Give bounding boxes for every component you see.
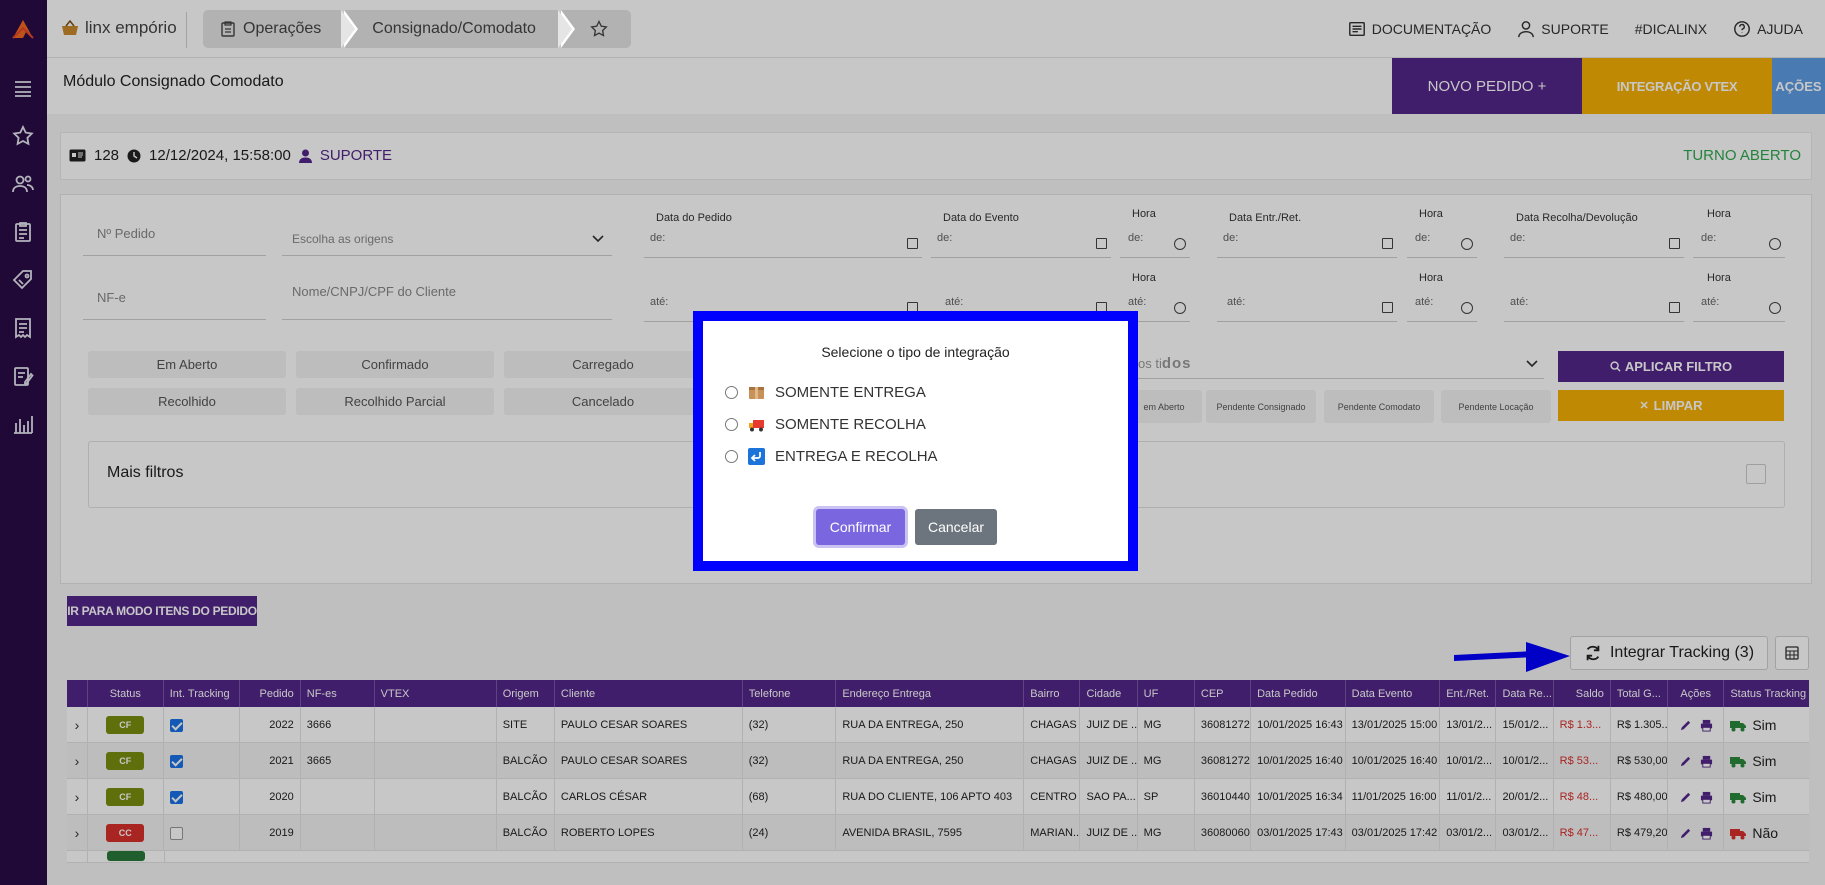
- confirm-button[interactable]: Confirmar: [816, 509, 905, 545]
- radio-somente-recolha[interactable]: [725, 418, 738, 431]
- option-label: SOMENTE ENTREGA: [775, 384, 926, 401]
- integration-type-modal: Selecione o tipo de integração SOMENTE E…: [693, 311, 1138, 571]
- option-label: ENTREGA E RECOLHA: [775, 448, 938, 465]
- radio-entrega-e-recolha[interactable]: [725, 450, 738, 463]
- package-icon: [749, 387, 764, 399]
- option-entrega-e-recolha[interactable]: ENTREGA E RECOLHA: [725, 448, 938, 465]
- return-arrow-icon: [748, 448, 765, 465]
- option-label: SOMENTE RECOLHA: [775, 416, 926, 433]
- cancel-button[interactable]: Cancelar: [915, 509, 997, 545]
- option-somente-recolha[interactable]: SOMENTE RECOLHA: [725, 416, 926, 433]
- modal-title: Selecione o tipo de integração: [821, 344, 1010, 360]
- delivery-truck-icon: [749, 420, 764, 432]
- option-somente-entrega[interactable]: SOMENTE ENTREGA: [725, 384, 926, 401]
- radio-somente-entrega[interactable]: [725, 386, 738, 399]
